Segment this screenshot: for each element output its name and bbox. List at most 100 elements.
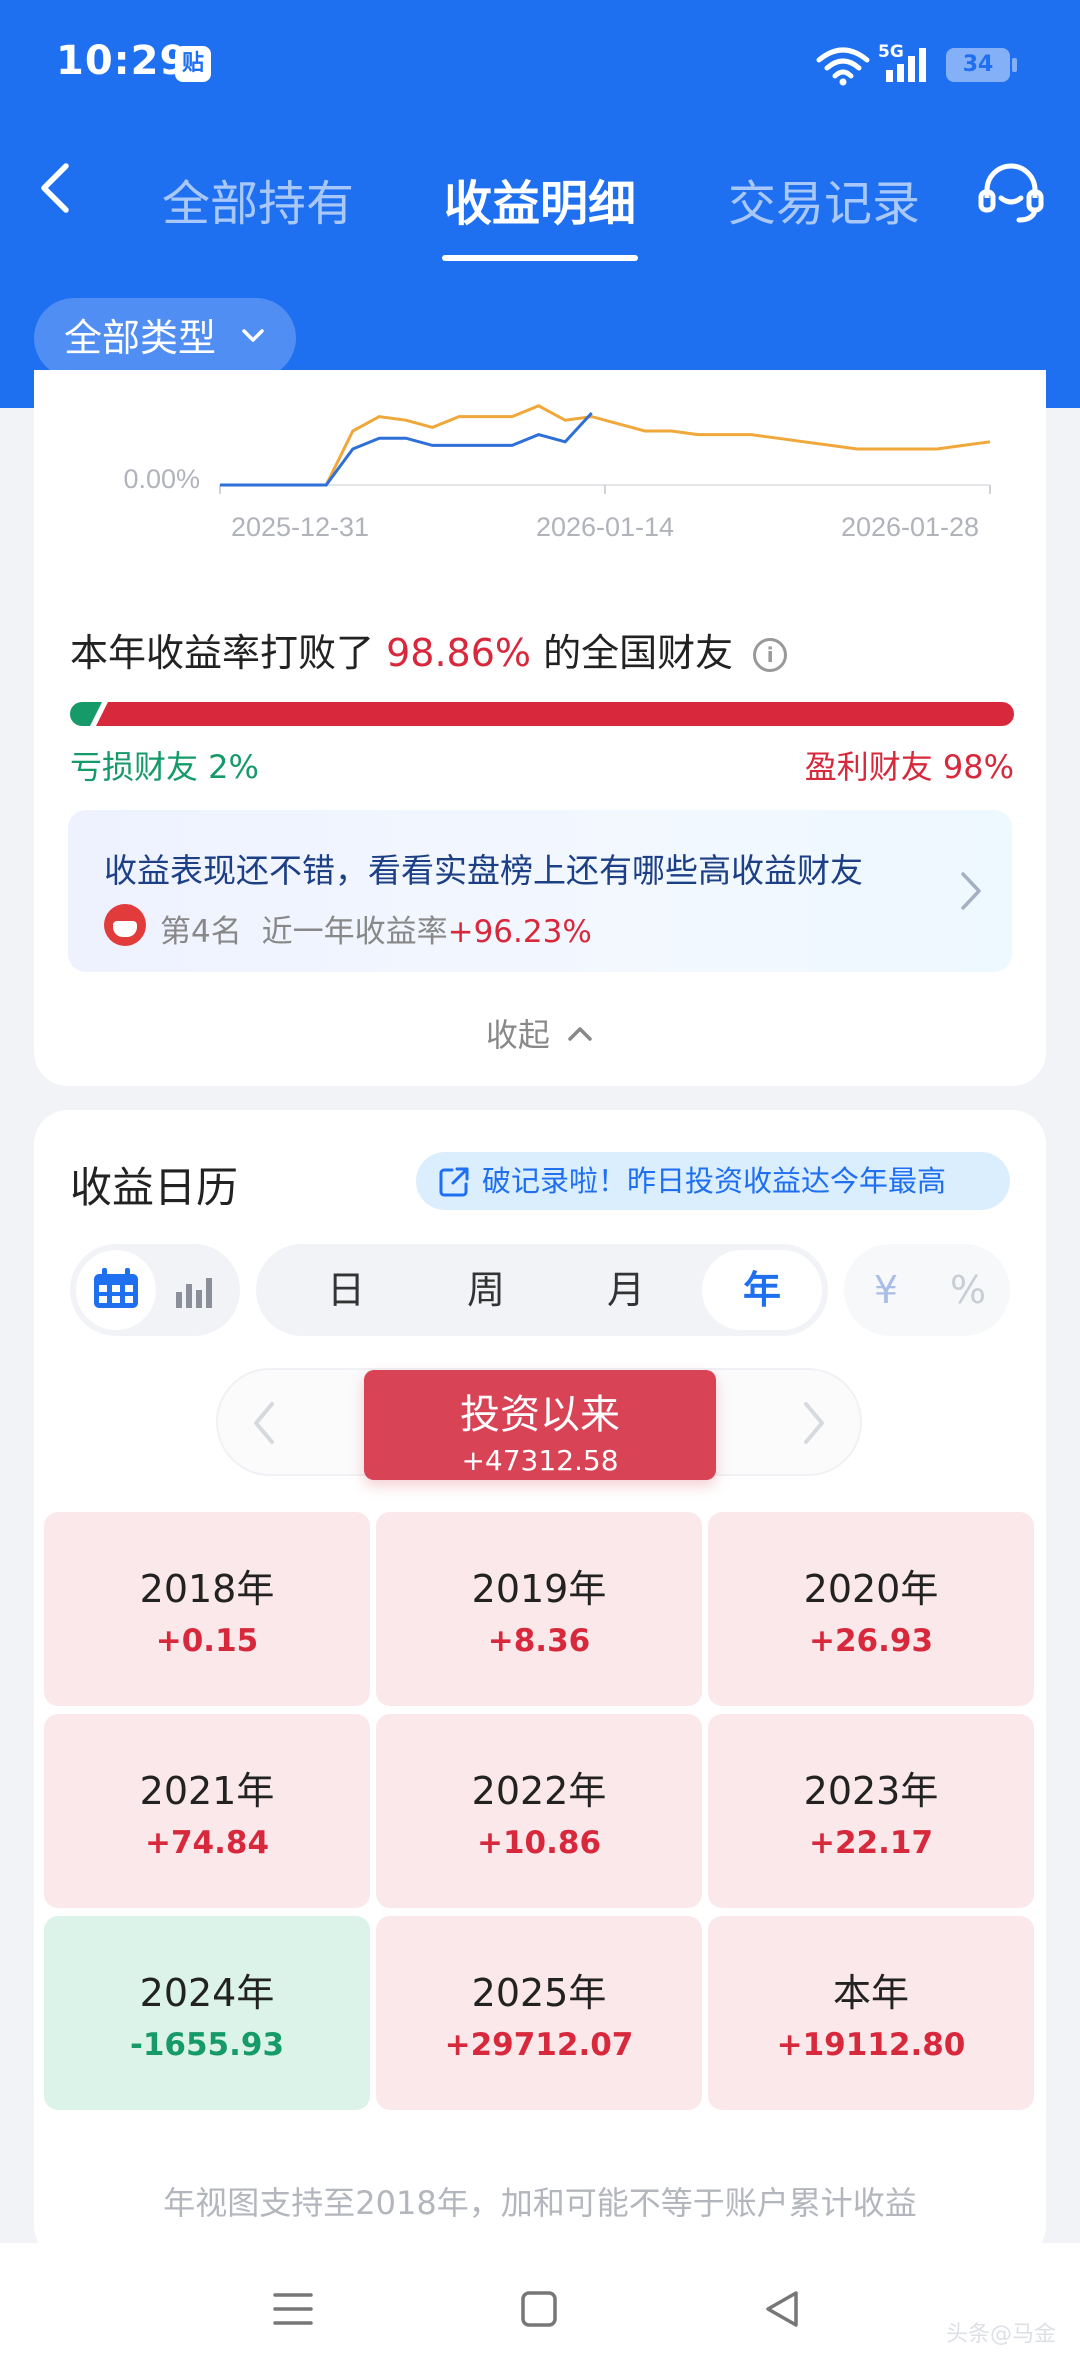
year-label: 2021年 <box>139 1769 275 1813</box>
period-segmented-control: 日 周 月 年 <box>256 1244 828 1336</box>
earnings-calendar-card: 收益日历 破记录啦！昨日投资收益达今年最高 日 周 月 年 ¥ % 投资以来 +… <box>34 1110 1046 2260</box>
yield-card: 0.00% 2025-12-31 2026-01-14 2026-01-28 本… <box>34 370 1046 1086</box>
record-badge[interactable]: 破记录啦！昨日投资收益达今年最高 <box>416 1152 1010 1210</box>
tab-all-holdings[interactable]: 全部持有 <box>162 164 354 234</box>
unit-yuan[interactable]: ¥ <box>848 1244 924 1336</box>
year-cell[interactable]: 2023年 +22.17 <box>708 1714 1034 1908</box>
year-label: 2024年 <box>139 1971 275 2015</box>
rank-beat-suffix: 的全国财友 <box>543 631 734 675</box>
info-icon[interactable]: i <box>753 638 788 672</box>
win-lose-ratio-bar <box>70 702 1014 726</box>
year-value: +22.17 <box>808 1825 934 1861</box>
period-week[interactable]: 周 <box>426 1244 546 1336</box>
calendar-title: 收益日历 <box>70 1163 239 1212</box>
calendar-view-button[interactable] <box>76 1250 156 1330</box>
year-cell[interactable]: 2025年 +29712.07 <box>376 1916 702 2110</box>
year-value: +0.15 <box>155 1623 259 1659</box>
year-cell[interactable]: 2021年 +74.84 <box>44 1714 370 1908</box>
wifi-icon <box>816 47 870 86</box>
year-label: 2020年 <box>803 1567 939 1611</box>
year-cell[interactable]: 本年 +19112.80 <box>708 1916 1034 2110</box>
type-filter-dropdown[interactable]: 全部类型 <box>34 298 296 378</box>
lose-segment <box>70 702 102 726</box>
leaderboard-text: 收益表现还不错，看看实盘榜上还有哪些高收益财友 <box>104 851 863 890</box>
series-line-blue <box>220 411 593 487</box>
leaderboard-metric: 近一年收益率 <box>261 914 448 950</box>
chevron-right-icon <box>961 872 981 910</box>
year-cell[interactable]: 2022年 +10.86 <box>376 1714 702 1908</box>
leaderboard-value: +96.23% <box>447 914 592 950</box>
lose-label: 亏损财友 2% <box>70 748 259 786</box>
battery-icon: 34 <box>946 48 1010 82</box>
unit-toggle: ¥ % <box>844 1244 1010 1336</box>
customer-service-icon[interactable] <box>975 158 1047 230</box>
win-label: 盈利财友 98% <box>804 748 1014 786</box>
year-label: 2022年 <box>471 1769 607 1813</box>
watermark: 头条@马金 <box>945 2322 1056 2347</box>
y-tick-label: 0.00% <box>123 464 200 494</box>
year-cell[interactable]: 2020年 +26.93 <box>708 1512 1034 1706</box>
year-value: +74.84 <box>144 1825 270 1861</box>
win-segment <box>96 702 1014 726</box>
yield-line-chart: 0.00% 2025-12-31 2026-01-14 2026-01-28 <box>123 404 991 542</box>
share-icon <box>439 1167 469 1197</box>
menu-icon[interactable] <box>271 2289 315 2329</box>
calendar-footnote: 年视图支持至2018年，加和可能不等于账户累计收益 <box>163 2184 917 2222</box>
status-time: 10:29 <box>56 38 189 84</box>
chevron-left-icon[interactable] <box>250 1400 278 1446</box>
bar-chart-view-icon[interactable] <box>166 1260 226 1320</box>
back-triangle-icon[interactable] <box>762 2289 802 2329</box>
active-tab-indicator <box>442 255 638 261</box>
year-label: 2025年 <box>471 1971 607 2015</box>
rank-beat-prefix: 本年收益率打败了 <box>70 631 375 675</box>
collapse-button[interactable]: 收起 <box>34 1010 1046 1056</box>
record-badge-text: 破记录啦！昨日投资收益达今年最高 <box>482 1164 947 1198</box>
year-label: 2019年 <box>471 1567 607 1611</box>
rank-beat-text: 本年收益率打败了 98.86% 的全国财友 i <box>70 622 788 677</box>
year-cell[interactable]: 2024年 -1655.93 <box>44 1916 370 2110</box>
year-value: +26.93 <box>808 1623 934 1659</box>
year-value: +29712.07 <box>444 2027 634 2063</box>
since-inception-box[interactable]: 投资以来 +47312.58 <box>364 1370 716 1480</box>
year-value: +10.86 <box>476 1825 602 1861</box>
x-tick-label: 2025-12-31 <box>231 512 369 542</box>
x-tick-label: 2026-01-14 <box>536 512 674 542</box>
view-toggle <box>70 1244 240 1336</box>
year-label: 本年 <box>832 1971 909 2015</box>
year-cell[interactable]: 2018年 +0.15 <box>44 1512 370 1706</box>
x-tick-label: 2026-01-28 <box>841 512 979 542</box>
year-value: -1655.93 <box>129 2027 285 2063</box>
period-month[interactable]: 月 <box>566 1244 686 1336</box>
leaderboard-banner[interactable]: 收益表现还不错，看看实盘榜上还有哪些高收益财友 第4名 近一年收益率+96.23… <box>68 810 1012 972</box>
unit-percent[interactable]: % <box>930 1244 1006 1336</box>
year-cell[interactable]: 2019年 +8.36 <box>376 1512 702 1706</box>
back-arrow-icon[interactable] <box>30 160 86 216</box>
chevron-right-icon[interactable] <box>800 1400 828 1446</box>
type-filter-label: 全部类型 <box>64 316 217 360</box>
system-nav-bar <box>0 2243 1080 2375</box>
home-icon[interactable] <box>519 2289 559 2329</box>
year-label: 2018年 <box>139 1567 275 1611</box>
leaderboard-subline: 第4名 近一年收益率+96.23% <box>160 906 592 951</box>
chevron-up-icon <box>568 1027 592 1041</box>
period-year[interactable]: 年 <box>702 1250 822 1330</box>
year-value: +8.36 <box>487 1623 591 1659</box>
period-day[interactable]: 日 <box>286 1244 406 1336</box>
status-bar: 10:29 贴 5G 34 <box>0 0 1080 130</box>
avatar <box>104 904 146 946</box>
app-header: 10:29 贴 5G 34 全部持有 收益明细 交易记录 全部类型 <box>0 0 1080 408</box>
battery-tip <box>1012 58 1017 72</box>
since-inception-label: 投资以来 <box>460 1392 620 1438</box>
collapse-label: 收起 <box>485 1016 550 1054</box>
year-value: +19112.80 <box>776 2027 966 2063</box>
leaderboard-position: 第4名 <box>160 914 242 950</box>
notification-badge-icon: 贴 <box>175 46 211 82</box>
tab-transaction-records[interactable]: 交易记录 <box>728 164 920 234</box>
chevron-down-icon <box>242 329 264 342</box>
year-label: 2023年 <box>803 1769 939 1813</box>
signal-icon <box>886 48 926 82</box>
calendar-icon <box>94 1268 138 1308</box>
tab-earnings-detail[interactable]: 收益明细 <box>444 164 636 234</box>
since-inception-value: +47312.58 <box>461 1444 619 1477</box>
rank-beat-percent: 98.86% <box>386 631 532 675</box>
